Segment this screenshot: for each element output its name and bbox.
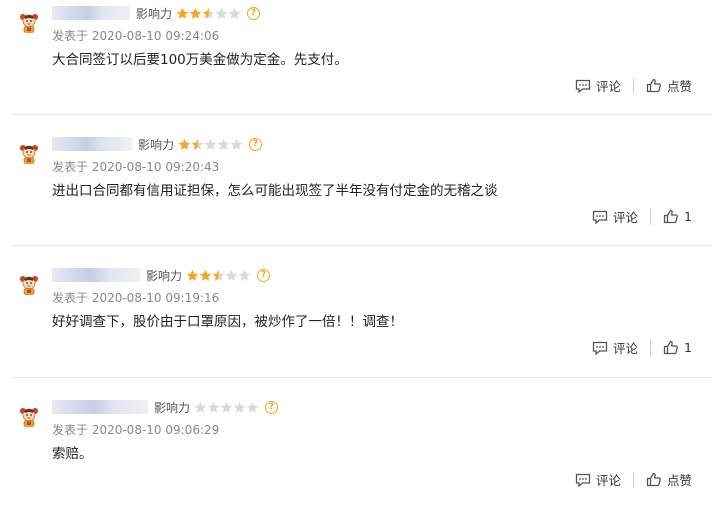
star-empty-icon [207, 401, 220, 413]
comment-text: 进出口合同都有信用证担保，怎么可能出现签了半年没有付定金的无稽之谈 [52, 183, 498, 199]
comment-button[interactable]: 评论 [592, 338, 638, 357]
comment-text: 好好调查下，股价由于口罩原因，被炒作了一倍！！调查！ [52, 314, 403, 330]
avatar-icon [20, 145, 38, 164]
divider [12, 245, 712, 246]
star-filled-icon [189, 7, 202, 19]
star-empty-icon [194, 401, 207, 413]
star-rating [186, 269, 251, 282]
thumbs-up-icon [646, 472, 661, 487]
comment-actions: 评论 点赞 [575, 470, 692, 489]
star-empty-icon [204, 138, 217, 150]
post-time: 发表于 2020-08-10 09:24:06 [52, 29, 220, 43]
username-blurred[interactable] [52, 268, 140, 282]
user-row: 影响力 ? [52, 2, 261, 24]
comment-label: 评论 [613, 210, 639, 225]
comment-button[interactable]: 评论 [575, 470, 621, 489]
divider [632, 77, 634, 94]
divider [650, 208, 652, 225]
star-filled-icon [176, 7, 189, 19]
comment-actions: 评论 1 [592, 338, 692, 357]
like-label: 点赞 [666, 79, 692, 94]
help-icon[interactable]: ? [249, 137, 263, 151]
comment-text: 索赔。 [52, 446, 93, 462]
like-label: 点赞 [666, 473, 692, 488]
star-empty-icon [225, 269, 238, 281]
star-filled-icon [199, 269, 212, 281]
comment-icon [592, 210, 608, 224]
like-button[interactable]: 1 [663, 209, 692, 224]
user-row: 影响力 ? [52, 396, 279, 418]
star-empty-icon [246, 401, 259, 413]
avatar-icon [20, 408, 38, 427]
avatar[interactable] [18, 274, 40, 296]
username-blurred[interactable] [52, 400, 148, 414]
comment-item: 影响力 ? 发表于 2020-08-10 09:19:16 好好调查下，股价由于… [12, 262, 712, 390]
like-button[interactable]: 1 [663, 340, 692, 355]
star-rating [194, 401, 259, 414]
comment-text: 大合同签订以后要100万美金做为定金。先支付。 [52, 52, 348, 68]
star-filled-icon [186, 269, 199, 281]
help-icon[interactable]: ? [257, 268, 271, 282]
star-rating [178, 138, 243, 151]
influence-label: 影响力 [136, 6, 173, 21]
star-filled-icon [178, 138, 191, 150]
user-row: 影响力 ? [52, 133, 263, 155]
divider [650, 339, 652, 356]
star-empty-icon [217, 138, 230, 150]
post-time: 发表于 2020-08-10 09:06:29 [52, 423, 220, 437]
star-empty-icon [220, 401, 233, 413]
star-half-icon [191, 138, 204, 150]
divider [12, 377, 712, 378]
thumbs-up-icon [663, 209, 678, 224]
star-empty-icon [238, 269, 251, 281]
comment-label: 评论 [613, 341, 639, 356]
comment-item: 影响力 ? 发表于 2020-08-10 09:06:29 索赔。 评论 点赞 [12, 394, 712, 522]
like-count: 1 [684, 209, 692, 224]
help-icon[interactable]: ? [265, 400, 279, 414]
comment-icon [575, 473, 591, 487]
username-blurred[interactable] [52, 137, 132, 151]
post-time: 发表于 2020-08-10 09:19:16 [52, 291, 220, 305]
like-count: 1 [684, 340, 692, 355]
influence-label: 影响力 [154, 400, 191, 415]
comment-label: 评论 [595, 79, 621, 94]
divider [632, 471, 634, 488]
comment-icon [592, 341, 608, 355]
star-empty-icon [215, 7, 228, 19]
star-half-icon [202, 7, 215, 19]
comment-actions: 评论 1 [592, 207, 692, 226]
username-blurred[interactable] [52, 6, 130, 20]
comment-actions: 评论 点赞 [575, 76, 692, 95]
user-row: 影响力 ? [52, 264, 271, 286]
like-button[interactable]: 点赞 [646, 470, 692, 489]
post-time: 发表于 2020-08-10 09:20:43 [52, 160, 220, 174]
star-empty-icon [230, 138, 243, 150]
avatar[interactable] [18, 12, 40, 34]
comment-item: 影响力 ? 发表于 2020-08-10 09:24:06 大合同签订以后要10… [12, 0, 712, 128]
comment-label: 评论 [595, 473, 621, 488]
thumbs-up-icon [663, 340, 678, 355]
star-rating [176, 7, 241, 20]
comment-icon [575, 79, 591, 93]
avatar[interactable] [18, 143, 40, 165]
comment-item: 影响力 ? 发表于 2020-08-10 09:20:43 进出口合同都有信用证… [12, 131, 712, 259]
avatar-icon [20, 14, 38, 33]
star-empty-icon [228, 7, 241, 19]
avatar[interactable] [18, 406, 40, 428]
comment-button[interactable]: 评论 [575, 76, 621, 95]
help-icon[interactable]: ? [247, 6, 261, 20]
influence-label: 影响力 [138, 137, 175, 152]
comment-button[interactable]: 评论 [592, 207, 638, 226]
star-half-icon [212, 269, 225, 281]
like-button[interactable]: 点赞 [646, 76, 692, 95]
star-empty-icon [233, 401, 246, 413]
influence-label: 影响力 [146, 268, 183, 283]
avatar-icon [20, 276, 38, 295]
thumbs-up-icon [646, 78, 661, 93]
divider [12, 114, 712, 115]
